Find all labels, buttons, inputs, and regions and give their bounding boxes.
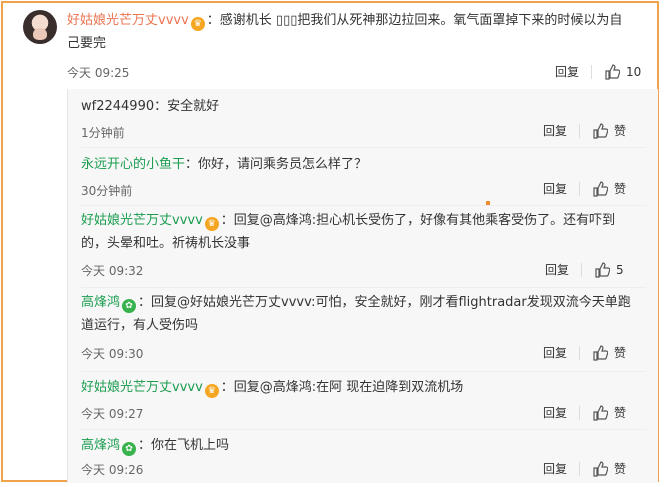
reply-username[interactable]: 高烽鸿 (81, 438, 120, 453)
reply-actions: 回复 赞 (543, 180, 626, 197)
reply-body-line1: ：回复@高烽鸿:在阿 现在迫降到双流机场 (220, 380, 464, 395)
thumbs-up-icon[interactable] (592, 404, 609, 421)
reply-text: 好姑娘光芒万丈vvvv ♛ ：回复@高烽鸿:担心机长受伤了，好像有其他乘客受伤了。还… (81, 209, 646, 255)
member-badge-icon: ♛ (204, 217, 219, 231)
reply-username[interactable]: wf2244990 (81, 99, 154, 114)
reply-body-line1: ：回复@好姑娘光芒万丈vvvv:可怕，安全就好，刚才看flightradar发现… (138, 295, 631, 310)
reply-body-line1: ：你在飞机上吗 (138, 438, 230, 453)
like-label[interactable]: 赞 (614, 404, 626, 421)
reply-button[interactable]: 回复 (543, 344, 567, 361)
reply-text: 好姑娘光芒万丈vvvv ♛ ：回复@高烽鸿:在阿 现在迫降到双流机场 (81, 376, 463, 399)
reply-time: 今天 09:26 (81, 463, 144, 477)
thumbs-up-icon[interactable] (604, 63, 621, 80)
reply-text: 永远开心的小鱼干：你好，请问乘务员怎么样了？ (81, 153, 367, 176)
reply-button[interactable]: 回复 (543, 460, 567, 477)
like-count: 10 (626, 64, 642, 79)
like-label[interactable]: 赞 (614, 344, 626, 361)
reply-text: 高烽鸿 ✿ ：你在飞机上吗 (81, 434, 229, 457)
thumbs-up-icon[interactable] (594, 261, 611, 278)
reply-username[interactable]: 永远开心的小鱼干 (81, 157, 185, 172)
reply-body-line1: ：回复@高烽鸿:担心机长受伤了，好像有其他乘客受伤了。还有吓到 (220, 213, 616, 228)
reply-actions: 回复 5 (545, 261, 624, 278)
reply-actions: 回复 赞 (543, 344, 626, 361)
like-label[interactable]: 赞 (614, 122, 626, 139)
reply-item: 好姑娘光芒万丈vvvv ♛ ：回复@高烽鸿:担心机长受伤了，好像有其他乘客受伤了。还… (68, 205, 658, 287)
thumbs-up-icon[interactable] (592, 180, 609, 197)
reply-body-line2: 的，头晕和吐。祈祷机长没事 (81, 236, 251, 251)
reply-text: 高烽鸿 ✿ ：回复@好姑娘光芒万丈vvvv:可怕，安全就好，刚才看flightrad… (81, 291, 651, 337)
reply-button[interactable]: 回复 (555, 63, 579, 80)
main-comment-time: 今天 09:25 (67, 66, 130, 80)
reply-list: wf2244990：安全就好 1分钟前 回复 赞 永远开心的小鱼干：你好，请问乘… (67, 89, 658, 483)
reply-username[interactable]: 好姑娘光芒万丈vvvv (81, 380, 203, 395)
reply-time: 今天 09:30 (81, 347, 144, 361)
reply-actions: 回复 赞 (543, 460, 626, 477)
member-badge-icon: ♛ (204, 384, 219, 398)
reply-item: wf2244990：安全就好 1分钟前 回复 赞 (68, 89, 658, 147)
reply-button[interactable]: 回复 (543, 180, 567, 197)
member-badge-icon: ✿ (122, 442, 137, 456)
main-comment-username[interactable]: 好姑娘光芒万丈vvvv (67, 13, 189, 28)
avatar[interactable] (23, 10, 57, 44)
reply-item: 好姑娘光芒万丈vvvv ♛ ：回复@高烽鸿:在阿 现在迫降到双流机场 今天 09:2… (68, 371, 658, 429)
reply-button[interactable]: 回复 (543, 404, 567, 421)
reply-body-line1: ：你好，请问乘务员怎么样了？ (185, 157, 368, 172)
reply-button[interactable]: 回复 (545, 261, 569, 278)
reply-item: 高烽鸿 ✿ ：你在飞机上吗 今天 09:26 回复 赞 (68, 429, 658, 483)
thumbs-up-icon[interactable] (592, 122, 609, 139)
reply-body-line2: 道运行，有人受伤吗 (81, 318, 199, 333)
action-divider (579, 461, 581, 476)
reply-button[interactable]: 回复 (543, 122, 567, 139)
member-badge-icon: ✿ (122, 299, 137, 313)
action-divider (581, 262, 583, 277)
main-comment-body-line2: 己要完 (67, 36, 107, 51)
main-comment-text: 好姑娘光芒万丈vvvv ♛ ：感谢机长 ▯▯▯把我们从死神那边拉回来。氧气面罩掉下来… (67, 9, 652, 55)
reply-actions: 回复 赞 (543, 404, 626, 421)
action-divider (579, 123, 581, 138)
reply-actions: 回复 赞 (543, 122, 626, 139)
member-badge-icon: ♛ (190, 17, 205, 31)
reply-time: 今天 09:32 (81, 264, 144, 278)
like-count: 5 (616, 262, 624, 277)
action-divider (579, 405, 581, 420)
like-label[interactable]: 赞 (614, 460, 626, 477)
main-comment-body-line1: ：感谢机长 ▯▯▯把我们从死神那边拉回来。氧气面罩掉下来的时候以为自 (206, 13, 623, 28)
reply-item: 永远开心的小鱼干：你好，请问乘务员怎么样了？ 30分钟前 回复 赞 (68, 147, 658, 205)
action-divider (579, 181, 581, 196)
reply-item: 高烽鸿 ✿ ：回复@好姑娘光芒万丈vvvv:可怕，安全就好，刚才看flightrad… (68, 287, 658, 371)
action-divider (591, 64, 593, 79)
main-comment-actions: 回复 10 (555, 63, 641, 80)
reply-time: 1分钟前 (81, 126, 125, 140)
main-comment: 好姑娘光芒万丈vvvv ♛ ：感谢机长 ▯▯▯把我们从死神那边拉回来。氧气面罩掉下来… (3, 3, 657, 93)
reply-username[interactable]: 高烽鸿 (81, 295, 120, 310)
reply-time: 今天 09:27 (81, 407, 144, 421)
thumbs-up-icon[interactable] (592, 460, 609, 477)
reply-username[interactable]: 好姑娘光芒万丈vvvv (81, 213, 203, 228)
comment-thread-frame: 好姑娘光芒万丈vvvv ♛ ：感谢机长 ▯▯▯把我们从死神那边拉回来。氧气面罩掉下来… (1, 1, 659, 483)
thumbs-up-icon[interactable] (592, 344, 609, 361)
action-divider (579, 345, 581, 360)
reply-time: 30分钟前 (81, 184, 133, 198)
like-label[interactable]: 赞 (614, 180, 626, 197)
reply-text: wf2244990：安全就好 (81, 95, 219, 118)
reply-body-line1: ：安全就好 (154, 99, 220, 114)
orange-marker (486, 201, 490, 205)
